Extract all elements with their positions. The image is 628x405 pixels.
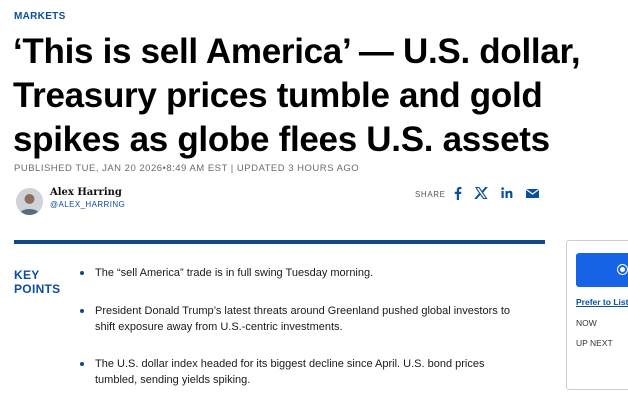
bullet-icon — [80, 362, 84, 366]
key-point-text: President Donald Trump’s latest threats … — [95, 305, 510, 333]
email-icon[interactable] — [525, 186, 540, 200]
now-label: NOW — [576, 318, 597, 328]
key-point-item: The “sell America” trade is in full swin… — [80, 265, 525, 281]
headline-line-2: Treasury prices tumble and gold — [13, 76, 543, 115]
author-avatar[interactable] — [16, 188, 43, 215]
facebook-icon[interactable] — [451, 186, 465, 200]
key-points-heading-line-2: POINTS — [14, 282, 61, 296]
headline-line-3: spikes as globe flees U.S. assets — [13, 120, 550, 159]
published-timestamp: PUBLISHED TUE, JAN 20 2026•8:49 AM EST |… — [14, 163, 360, 174]
key-point-item: President Donald Trump’s latest threats … — [80, 303, 525, 335]
key-points-heading: KEY POINTS — [14, 268, 60, 296]
share-label: SHARE — [415, 190, 446, 199]
key-points-heading-line-1: KEY — [14, 268, 40, 282]
up-next-label: UP NEXT — [576, 338, 613, 348]
linkedin-icon[interactable] — [500, 186, 514, 200]
bullet-icon — [80, 309, 84, 313]
section-divider — [14, 240, 545, 244]
play-toggle-icon — [618, 265, 627, 274]
author-handle[interactable]: @ALEX_HARRING — [50, 200, 125, 209]
key-point-text: The “sell America” trade is in full swin… — [95, 267, 374, 279]
key-point-text: The U.S. dollar index headed for its big… — [95, 358, 485, 386]
x-icon[interactable] — [474, 186, 488, 200]
author-name[interactable]: Alex Harring — [50, 187, 122, 198]
key-point-item: The U.S. dollar index headed for its big… — [80, 356, 525, 388]
bullet-icon — [80, 271, 84, 275]
article-headline: ‘This is sell America’ — U.S. dollar, Tr… — [13, 30, 628, 162]
section-link-markets[interactable]: MARKETS — [14, 11, 66, 22]
avatar-portrait-icon — [16, 188, 43, 215]
play-audio-button[interactable] — [576, 253, 628, 287]
headline-line-1: ‘This is sell America’ — U.S. dollar, — [13, 32, 581, 71]
prefer-to-listen-link[interactable]: Prefer to Liste — [576, 297, 628, 307]
